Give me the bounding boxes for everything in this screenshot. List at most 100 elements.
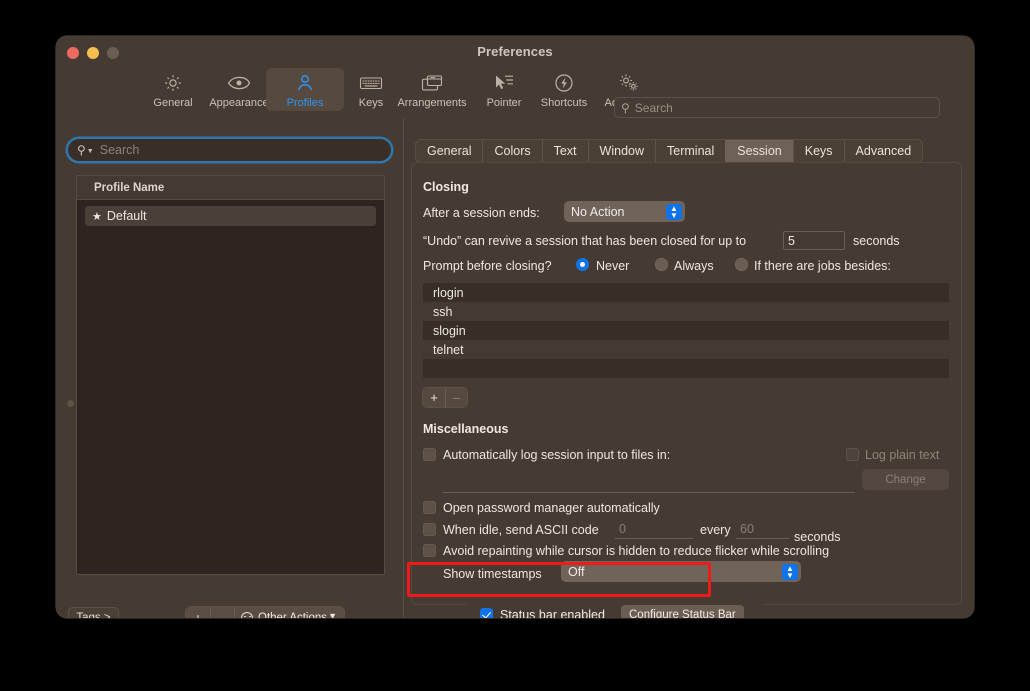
section-title-closing: Closing [423,180,469,194]
radio-always-label: Always [674,259,714,273]
list-item[interactable]: ssh [423,302,949,321]
checkbox-avoid-repainting[interactable] [423,544,436,557]
toolbar-item-label: Arrangements [397,97,467,109]
chevron-down-icon: ▼ [328,611,337,618]
stepper-icon: ▲ ▼ [666,203,682,220]
tab-label: Window [599,144,645,158]
window-title: Preferences [477,44,553,59]
tags-button-label: Tags > [76,611,111,619]
other-actions-label: Other Actions... [258,611,337,619]
list-item[interactable]: telnet [423,340,949,359]
tab-session[interactable]: Session [725,140,793,162]
tab-label: Colors [494,144,531,158]
smiley-icon [241,611,253,618]
job-name: ssh [433,304,453,319]
tab-window[interactable]: Window [587,140,655,162]
after-session-ends-label: After a session ends: [423,206,540,220]
when-idle-send-ascii-label: When idle, send ASCII code [443,523,599,537]
log-path-input[interactable] [443,474,855,493]
radio-never-label: Never [596,259,630,273]
search-input-placeholder: Search [634,100,673,115]
split-view-divider-handle[interactable] [67,400,74,407]
checkbox-status-bar-enabled[interactable] [480,608,493,618]
add-job-button[interactable]: + [423,388,445,407]
preferences-toolbar: General Appearance Profiles Keys Arrange… [56,64,974,133]
radio-always[interactable] [655,258,668,271]
toolbar-item-arrangements[interactable]: Arrangements [393,68,471,111]
add-profile-label: + [193,609,203,619]
radio-never[interactable] [576,258,589,271]
search-input[interactable]: ⚲ Search [614,97,940,118]
profiles-footer-controls: + – Other Actions... ▼ [186,607,344,618]
idle-seconds-label: seconds [794,530,841,544]
search-icon: ⚲ [77,143,86,157]
profile-settings-tabs: General Colors Text Window Terminal Sess… [416,140,923,162]
windows-icon [393,71,471,95]
profile-search-input[interactable]: ⚲ ▼ Search [68,139,391,161]
radio-if-jobs-besides-label: If there are jobs besides: [754,259,891,273]
change-button-label: Change [885,473,926,486]
profile-settings-pane: General Colors Text Window Terminal Sess… [404,118,974,618]
tab-label: Advanced [855,144,912,158]
radio-if-jobs-besides[interactable] [735,258,748,271]
show-timestamps-value: Off [568,564,585,579]
stepper-icon: ▲ ▼ [782,563,798,580]
after-session-ends-value: No Action [571,204,625,219]
checkbox-log-plain-text[interactable] [846,448,859,461]
add-profile-button[interactable]: + [186,607,210,618]
remove-job-label: – [452,390,461,405]
list-item[interactable]: rlogin [423,283,949,302]
configure-status-bar-button[interactable]: Configure Status Bar [621,605,744,618]
tab-label: General [427,144,472,158]
undo-seconds-unit-label: seconds [853,234,900,248]
tags-button[interactable]: Tags > [68,607,119,618]
tab-label: Keys [804,144,833,158]
search-icon: ⚲ [621,100,630,115]
other-actions-dropdown[interactable]: Other Actions... ▼ [234,607,344,618]
star-icon: ★ [92,210,102,223]
idle-interval-input[interactable]: 60 [736,520,789,539]
show-timestamps-dropdown[interactable]: Off ▲ ▼ [561,561,801,582]
remove-job-button[interactable]: – [445,388,467,407]
jobs-list[interactable]: rlogin ssh slogin telnet [423,283,949,378]
tab-label: Terminal [667,144,715,158]
table-row[interactable]: ★ Default [85,206,376,226]
auto-log-session-label: Automatically log session input to files… [443,448,671,462]
checkbox-when-idle-send-ascii[interactable] [423,523,436,536]
toolbar-search-group: ⚲ Search Search [614,97,940,133]
list-item[interactable]: slogin [423,321,949,340]
after-session-ends-dropdown[interactable]: No Action ▲ ▼ [564,201,685,222]
tab-advanced[interactable]: Advanced [843,140,923,162]
undo-seconds-input[interactable]: 5 [783,231,845,250]
remove-profile-button[interactable]: – [210,607,234,618]
profiles-table: Profile Name ★ Default [76,175,385,575]
show-timestamps-label: Show timestamps [443,567,542,581]
checkbox-open-password-manager[interactable] [423,501,436,514]
idle-ascii-code-input[interactable]: 0 [615,520,693,539]
section-title-miscellaneous: Miscellaneous [423,422,509,436]
checkbox-auto-log-session[interactable] [423,448,436,461]
change-log-path-button[interactable]: Change [862,469,949,490]
tab-terminal[interactable]: Terminal [655,140,725,162]
tab-label: Text [553,144,577,158]
job-name: telnet [433,342,464,357]
undo-seconds-value: 5 [788,233,795,248]
chevron-down-icon: ▼ [86,148,94,155]
preferences-window: Preferences General Appearance Profiles … [56,36,974,618]
jobs-list-controls: + – [423,388,467,407]
tab-general[interactable]: General [416,140,482,162]
status-bar-enabled-label: Status bar enabled [500,608,605,618]
profiles-table-header[interactable]: Profile Name [77,176,384,200]
open-password-manager-label: Open password manager automatically [443,501,660,515]
configure-status-bar-label: Configure Status Bar [629,608,736,619]
preferences-body: ⚲ ▼ Search Profile Name ★ Default Tags > [56,118,974,618]
remove-profile-label: – [218,609,227,619]
avoid-repainting-label: Avoid repainting while cursor is hidden … [443,544,830,558]
profile-search-placeholder: Search [99,143,140,157]
column-header-profile-name: Profile Name [94,181,165,194]
tab-keys[interactable]: Keys [792,140,844,162]
tab-label: Session [737,144,782,158]
list-item-empty [423,359,949,378]
tab-text[interactable]: Text [541,140,588,162]
tab-colors[interactable]: Colors [482,140,541,162]
